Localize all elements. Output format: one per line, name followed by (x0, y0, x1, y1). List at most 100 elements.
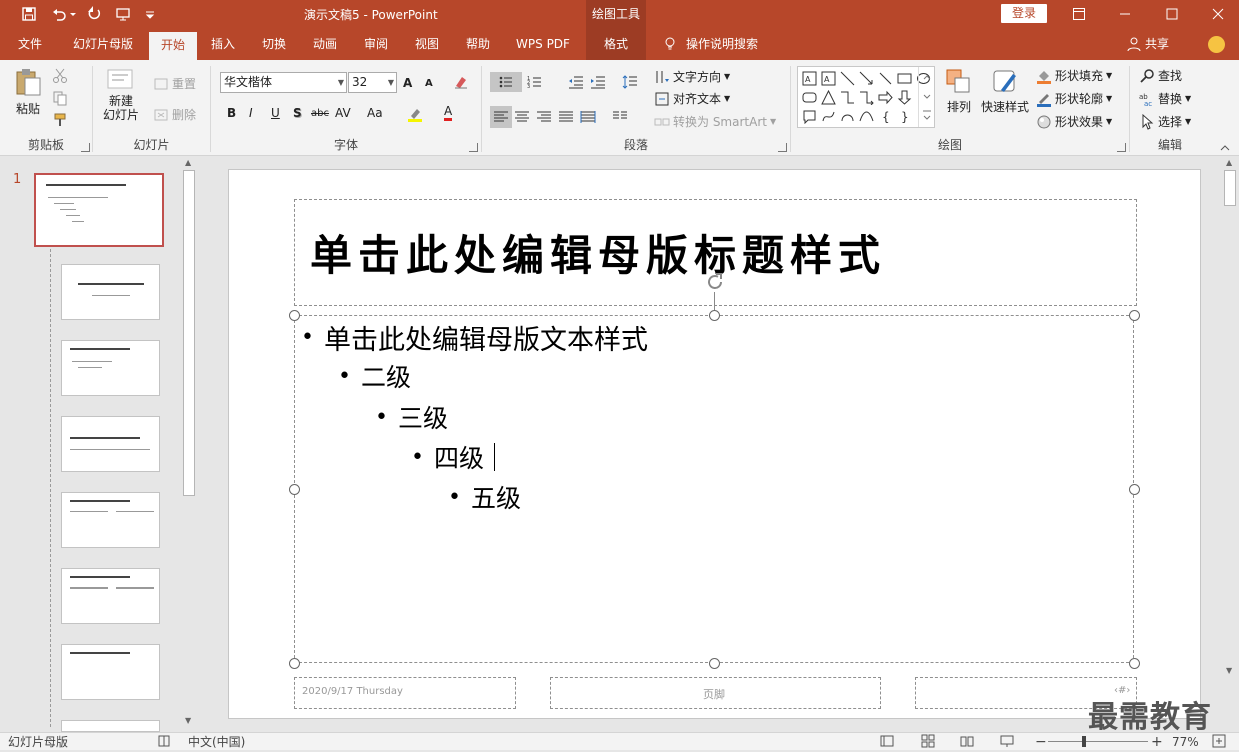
triangle-shape-icon[interactable] (821, 89, 836, 105)
canvas-scrollbar[interactable]: ▲ ▼ (1222, 156, 1239, 732)
underline-button[interactable]: U (271, 106, 280, 120)
tab-animations[interactable]: 动画 (303, 28, 347, 60)
tab-slide-master[interactable]: 幻灯片母版 (64, 28, 142, 60)
close-icon[interactable] (1207, 4, 1229, 24)
resize-handle-s[interactable] (709, 658, 720, 669)
new-slide-button[interactable]: 新建 幻灯片 (103, 66, 139, 122)
tab-review[interactable]: 审阅 (354, 28, 398, 60)
layout-thumbnail[interactable] (61, 264, 160, 320)
align-right-icon[interactable] (536, 109, 552, 125)
character-spacing-button[interactable]: AV (335, 106, 351, 120)
elbow-connector-shape-icon[interactable] (840, 90, 855, 105)
font-name-select[interactable]: 华文楷体 ▼ (220, 72, 347, 93)
tab-transitions[interactable]: 切换 (252, 28, 296, 60)
bold-button[interactable]: B (227, 106, 236, 120)
vertical-textbox-shape-icon[interactable]: A (821, 71, 836, 86)
double-arrow-shape-icon[interactable] (878, 71, 893, 86)
shadow-button[interactable]: S (293, 106, 302, 120)
line-shape-icon[interactable] (840, 71, 855, 86)
layout-thumbnail[interactable] (61, 644, 160, 700)
font-launcher-icon[interactable] (469, 143, 478, 152)
maximize-icon[interactable] (1161, 4, 1183, 24)
cut-icon[interactable] (52, 68, 68, 84)
undo-dropdown-icon[interactable] (68, 4, 78, 24)
minimize-icon[interactable] (1114, 4, 1136, 24)
italic-button[interactable]: I (249, 106, 253, 120)
scroll-thumb[interactable] (1224, 170, 1236, 206)
bullet-level-5[interactable]: • 五级 (448, 479, 521, 515)
line-spacing-icon[interactable] (622, 74, 638, 90)
font-size-select[interactable]: 32 ▼ (348, 72, 397, 93)
curve-shape-icon[interactable] (859, 109, 874, 124)
arrange-button[interactable]: 排列 (945, 68, 973, 115)
smiley-feedback-icon[interactable] (1208, 36, 1225, 53)
tab-home[interactable]: 开始 (149, 32, 197, 60)
body-placeholder[interactable] (294, 315, 1134, 663)
left-brace-shape-icon[interactable]: { (878, 109, 893, 124)
accessibility-icon[interactable] (157, 734, 171, 752)
share-button[interactable]: 共享 (1126, 28, 1169, 60)
rectangle-shape-icon[interactable] (897, 71, 912, 86)
replace-button[interactable]: ab ac 替换 ▼ (1139, 90, 1191, 107)
resize-handle-w[interactable] (289, 484, 300, 495)
right-arrow-shape-icon[interactable] (878, 90, 893, 105)
distributed-icon[interactable] (580, 109, 596, 125)
rotate-handle-icon[interactable] (704, 271, 726, 293)
tab-help[interactable]: 帮助 (456, 28, 500, 60)
increase-indent-icon[interactable] (590, 74, 606, 90)
layout-thumbnail[interactable] (61, 416, 160, 472)
thumbnail-scrollbar[interactable]: ▲ ▼ (181, 156, 198, 732)
master-slide-thumbnail[interactable] (34, 173, 164, 247)
layout-thumbnail[interactable] (61, 340, 160, 396)
tell-me-search[interactable]: 操作说明搜索 (686, 28, 766, 60)
freeform-shape-icon[interactable] (821, 109, 836, 124)
fit-slide-icon[interactable] (1212, 734, 1226, 752)
language-status[interactable]: 中文(中国) (188, 734, 245, 750)
shapes-gallery[interactable]: A A { } (797, 66, 935, 128)
tab-insert[interactable]: 插入 (201, 28, 245, 60)
align-text-button[interactable]: 对齐文本 ▼ (654, 90, 730, 107)
zoom-slider-thumb[interactable] (1082, 736, 1086, 747)
grow-font-button[interactable]: A (403, 76, 412, 90)
format-painter-icon[interactable] (52, 112, 68, 128)
save-icon[interactable] (19, 4, 39, 24)
decrease-indent-icon[interactable] (568, 74, 584, 90)
zoom-out-icon[interactable]: − (1035, 734, 1047, 750)
scroll-thumb[interactable] (183, 170, 195, 496)
tab-wps-pdf[interactable]: WPS PDF (508, 28, 578, 60)
redo-icon[interactable] (84, 4, 104, 24)
reading-view-icon[interactable] (960, 734, 974, 752)
copy-icon[interactable] (52, 90, 68, 106)
elbow-arrow-shape-icon[interactable] (859, 90, 874, 106)
undo-icon[interactable] (49, 4, 69, 24)
clear-formatting-icon[interactable] (453, 74, 469, 90)
quick-styles-button[interactable]: 快速样式 (981, 68, 1029, 115)
align-center-icon[interactable] (514, 109, 530, 125)
shape-outline-button[interactable]: 形状轮廓 ▼ (1036, 90, 1112, 107)
drawing-launcher-icon[interactable] (1117, 143, 1126, 152)
slide-title[interactable]: 单击此处编辑母版标题样式 (310, 222, 886, 283)
arrow-line-shape-icon[interactable] (859, 71, 874, 86)
layout-thumbnail[interactable] (61, 568, 160, 624)
ribbon-display-options-icon[interactable] (1068, 4, 1090, 24)
resize-handle-ne[interactable] (1129, 310, 1140, 321)
bullet-level-1[interactable]: • 单击此处编辑母版文本样式 (301, 318, 648, 357)
scroll-down-icon[interactable]: ▼ (185, 716, 191, 725)
right-brace-shape-icon[interactable]: } (897, 109, 912, 124)
start-from-beginning-icon[interactable] (113, 4, 133, 24)
shapes-gallery-scroll[interactable] (918, 67, 935, 127)
justify-icon[interactable] (558, 109, 574, 125)
highlight-icon[interactable] (407, 106, 423, 122)
bullet-level-3[interactable]: • 三级 (375, 399, 448, 435)
paste-button[interactable]: 粘贴 (12, 66, 44, 117)
text-direction-button[interactable]: 文字方向 ▼ (654, 68, 730, 85)
callout-shape-icon[interactable] (802, 109, 817, 125)
strikethrough-button[interactable]: abc (311, 108, 329, 119)
resize-handle-sw[interactable] (289, 658, 300, 669)
arc-shape-icon[interactable] (840, 109, 855, 124)
paragraph-launcher-icon[interactable] (778, 143, 787, 152)
font-color-button[interactable]: A (444, 104, 453, 121)
tab-file[interactable]: 文件 (8, 28, 52, 60)
resize-handle-nw[interactable] (289, 310, 300, 321)
slide-sorter-icon[interactable] (921, 734, 935, 752)
